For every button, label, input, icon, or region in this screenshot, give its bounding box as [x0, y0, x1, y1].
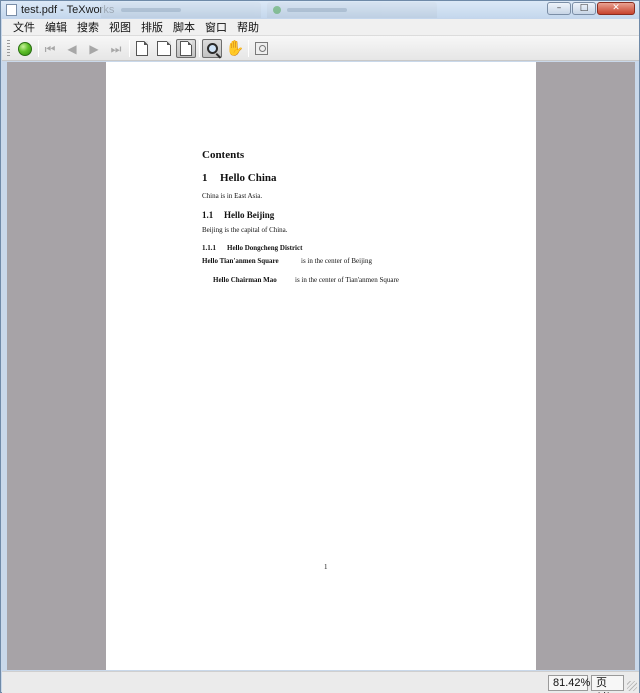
application-window: test.pdf - TeXworks – □ ✕ 文件 编辑 搜索 视图 排版…: [0, 0, 640, 693]
find-icon: [254, 42, 268, 55]
toolbar-separator: [199, 40, 200, 57]
maximize-button[interactable]: □: [572, 2, 596, 15]
section-body-text: China is in East Asia.: [202, 192, 263, 200]
hand-scroll-tool-button[interactable]: ✋: [225, 39, 245, 58]
menu-file[interactable]: 文件: [8, 19, 40, 36]
fit-window-button[interactable]: [176, 39, 196, 58]
minimize-icon: –: [556, 3, 562, 13]
section-number: 1: [202, 172, 208, 184]
menu-search[interactable]: 搜索: [72, 19, 104, 36]
window-controls: – □ ✕: [547, 2, 635, 16]
toolbar: ⏮ ◀ ▶ ⏭ ✋: [2, 36, 639, 61]
fit-width-button[interactable]: [154, 39, 174, 58]
subsubsection-number: 1.1.1: [202, 244, 216, 252]
resize-grip-handle[interactable]: [627, 681, 637, 691]
pdf-viewer-area[interactable]: Contents 1 Hello China China is in East …: [7, 62, 635, 670]
menu-typeset[interactable]: 排版: [136, 19, 168, 36]
background-window-tab: [101, 2, 261, 18]
magnifier-tool-button[interactable]: [202, 39, 222, 58]
typeset-icon: [18, 41, 32, 56]
first-page-button[interactable]: ⏮: [40, 39, 60, 58]
title-bar[interactable]: test.pdf - TeXworks – □ ✕: [1, 1, 639, 19]
typeset-button[interactable]: [15, 39, 35, 58]
menu-bar: 文件 编辑 搜索 视图 排版 脚本 窗口 帮助: [2, 19, 639, 36]
contents-heading: Contents: [202, 149, 245, 161]
toolbar-separator: [129, 40, 130, 57]
page-indicator[interactable]: 页 1/1: [591, 675, 624, 693]
subsubsection-title: Hello Dongcheng District: [227, 244, 303, 252]
paragraph-heading: Hello Tian'anmen Square: [202, 257, 279, 265]
find-button[interactable]: [251, 39, 271, 58]
menu-window[interactable]: 窗口: [200, 19, 232, 36]
minimize-button[interactable]: –: [547, 2, 571, 15]
section-title: Hello China: [220, 172, 277, 184]
document-icon: [6, 4, 17, 16]
actual-size-icon: [136, 41, 148, 56]
maximize-icon: □: [579, 3, 589, 13]
magnifier-icon: [206, 43, 218, 54]
previous-page-icon: ◀: [67, 41, 77, 56]
last-page-icon: ⏭: [110, 41, 122, 56]
zoom-level-indicator[interactable]: 81.42%: [548, 675, 590, 691]
next-page-icon: ▶: [89, 41, 99, 56]
subsection-title: Hello Beijing: [224, 210, 275, 220]
paragraph-body-text: is in the center of Beijing: [301, 257, 372, 265]
close-button[interactable]: ✕: [597, 2, 635, 15]
toolbar-separator: [248, 40, 249, 57]
next-page-button[interactable]: ▶: [84, 39, 104, 58]
menu-scripts[interactable]: 脚本: [168, 19, 200, 36]
menu-help[interactable]: 帮助: [232, 19, 264, 36]
first-page-icon: ⏮: [44, 41, 56, 56]
menu-view[interactable]: 视图: [104, 19, 136, 36]
toolbar-separator: [38, 40, 39, 57]
subparagraph-heading: Hello Chairman Mao: [213, 276, 277, 284]
last-page-button[interactable]: ⏭: [106, 39, 126, 58]
fit-window-icon: [180, 41, 192, 56]
background-window-tab: [267, 2, 437, 18]
subsection-number: 1.1: [202, 210, 214, 220]
subsection-body-text: Beijing is the capital of China.: [202, 226, 288, 234]
hand-scroll-icon: ✋: [225, 39, 245, 57]
subparagraph-body-text: is in the center of Tian'anmen Square: [295, 276, 399, 284]
page-number: 1: [324, 563, 328, 571]
fit-width-icon: [157, 41, 171, 56]
previous-page-button[interactable]: ◀: [62, 39, 82, 58]
actual-size-button[interactable]: [132, 39, 152, 58]
menu-edit[interactable]: 编辑: [40, 19, 72, 36]
status-bar: 81.42% 页 1/1: [2, 671, 639, 693]
toolbar-grip-handle[interactable]: [7, 40, 10, 57]
pdf-page[interactable]: Contents 1 Hello China China is in East …: [106, 62, 536, 670]
close-icon: ✕: [612, 3, 620, 13]
